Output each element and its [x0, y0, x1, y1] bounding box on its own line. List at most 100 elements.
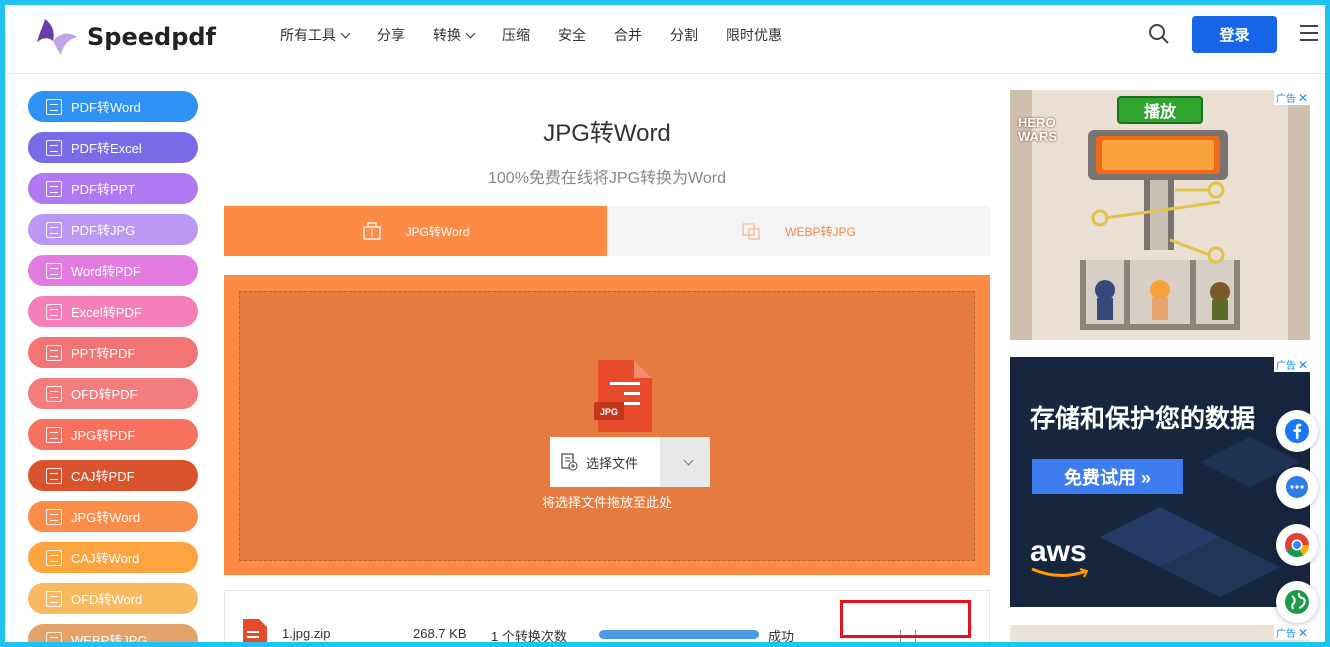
- upload-area[interactable]: JPG 选择文件 将选择文件拖放至此处: [224, 275, 990, 575]
- choose-file-button[interactable]: 选择文件: [550, 437, 660, 487]
- sidebar-item-label: WEBP转JPG: [71, 630, 148, 647]
- choose-source-dropdown[interactable]: [660, 437, 710, 487]
- drop-zone[interactable]: JPG 选择文件 将选择文件拖放至此处: [239, 291, 975, 561]
- nav-all-tools[interactable]: 所有工具: [280, 25, 349, 45]
- jpg-file-icon: JPG: [594, 358, 654, 434]
- conversion-count: 1 个转换次数: [491, 626, 567, 645]
- file-add-icon: [560, 453, 578, 471]
- ad-tag-label: 广告: [1276, 90, 1296, 105]
- ad-banner-third[interactable]: 广告✕: [1010, 625, 1310, 647]
- nav-label: 压缩: [502, 25, 530, 45]
- nav-label: 转换: [433, 25, 461, 45]
- tool-sidebar: PDF转Word PDF转Excel PDF转PPT PDF转JPG Word转PDF E…: [28, 91, 198, 647]
- sidebar-item[interactable]: JPG转Word: [28, 501, 198, 532]
- ad-tag[interactable]: 广告✕: [1274, 357, 1310, 372]
- ad-banner-game[interactable]: 广告✕ 播放 HEROWARS: [1010, 90, 1310, 340]
- search-icon[interactable]: [1148, 23, 1170, 45]
- aws-smile-icon: [1030, 567, 1090, 579]
- sidebar-item-label: Excel转PDF: [71, 302, 142, 321]
- tab-label: JPG转Word: [406, 223, 470, 240]
- close-icon[interactable]: ✕: [1298, 626, 1308, 640]
- close-icon[interactable]: ✕: [1298, 358, 1308, 372]
- tab-webp-to-jpg[interactable]: WEBP转JPG: [607, 206, 990, 256]
- document-convert-icon: [46, 181, 62, 197]
- sidebar-item[interactable]: CAJ转PDF: [28, 460, 198, 491]
- sidebar-item-label: JPG转PDF: [71, 425, 135, 444]
- ad-tag-label: 广告: [1276, 357, 1296, 372]
- document-convert-icon: [46, 550, 62, 566]
- sidebar-item[interactable]: Excel转PDF: [28, 296, 198, 327]
- sidebar-item-label: OFD转PDF: [71, 384, 137, 403]
- document-convert-icon: [46, 140, 62, 156]
- login-button[interactable]: 登录: [1192, 16, 1277, 53]
- sidebar-item-label: PPT转PDF: [71, 343, 135, 362]
- logo-icon: [35, 15, 79, 59]
- close-icon[interactable]: ✕: [1298, 91, 1308, 105]
- logo[interactable]: Speedpdf: [35, 15, 216, 59]
- nav-label: 分割: [670, 25, 698, 45]
- sidebar-item[interactable]: CAJ转Word: [28, 542, 198, 573]
- sidebar-item[interactable]: WEBP转JPG: [28, 624, 198, 647]
- nav-convert[interactable]: 转换: [433, 25, 474, 45]
- chevron-down-icon: [683, 455, 693, 465]
- nav-compress[interactable]: 压缩: [502, 25, 530, 45]
- nav-merge[interactable]: 合并: [614, 25, 642, 45]
- nav-label: 合并: [614, 25, 642, 45]
- file-size: 268.7 KB: [413, 626, 467, 641]
- globe-share-button[interactable]: [1276, 581, 1318, 623]
- document-convert-icon: [46, 263, 62, 279]
- sidebar-item-label: CAJ转PDF: [71, 466, 135, 485]
- chrome-button[interactable]: [1276, 524, 1318, 566]
- brand-name: Speedpdf: [87, 23, 216, 51]
- sidebar-item[interactable]: PDF转Word: [28, 91, 198, 122]
- document-convert-icon: [46, 386, 62, 402]
- nav-share[interactable]: 分享: [377, 25, 405, 45]
- document-convert-icon: [46, 222, 62, 238]
- sidebar-item[interactable]: Word转PDF: [28, 255, 198, 286]
- chevron-down-icon: [466, 28, 476, 38]
- nav-label: 分享: [377, 25, 405, 45]
- sidebar-item-label: PDF转Excel: [71, 138, 142, 157]
- document-convert-icon: [46, 591, 62, 607]
- sidebar-item-label: JPG转Word: [71, 507, 140, 526]
- jpg-badge: JPG: [600, 407, 618, 417]
- nav-offer[interactable]: 限时优惠: [726, 25, 782, 45]
- globe-icon: [1284, 589, 1310, 615]
- sidebar-item[interactable]: PDF转Excel: [28, 132, 198, 163]
- page-subtitle: 100%免费在线将JPG转换为Word: [224, 164, 990, 188]
- ad-free-trial-button[interactable]: 免费试用 »: [1032, 459, 1183, 494]
- document-convert-icon: [46, 509, 62, 525]
- nav-label: 限时优惠: [726, 25, 782, 45]
- nav-split[interactable]: 分割: [670, 25, 698, 45]
- chevron-down-icon: [341, 28, 351, 38]
- chat-share-button[interactable]: [1276, 467, 1318, 509]
- facebook-share-button[interactable]: [1276, 410, 1318, 452]
- converter-tabs: JPG转Word WEBP转JPG: [224, 206, 990, 256]
- ad-play-button[interactable]: 播放: [1117, 96, 1203, 124]
- ad-banner-aws[interactable]: 广告✕ 存储和保护您的数据 免费试用 » aws: [1010, 357, 1310, 607]
- sidebar-item[interactable]: JPG转PDF: [28, 419, 198, 450]
- top-header: Speedpdf 所有工具 分享 转换 压缩 安全 合并 分割 限时优惠 登录: [5, 5, 1325, 74]
- tab-jpg-to-word[interactable]: JPG转Word: [224, 206, 607, 256]
- document-convert-icon: [46, 345, 62, 361]
- ad-tag[interactable]: 广告✕: [1274, 90, 1310, 105]
- sidebar-item-label: Word转PDF: [71, 261, 141, 280]
- hamburger-menu-icon[interactable]: [1300, 25, 1318, 41]
- sidebar-item[interactable]: OFD转Word: [28, 583, 198, 614]
- nav-label: 所有工具: [280, 25, 336, 45]
- document-convert-icon: [46, 427, 62, 443]
- document-convert-icon: [46, 304, 62, 320]
- sidebar-item[interactable]: PDF转PPT: [28, 173, 198, 204]
- sidebar-item-label: OFD转Word: [71, 589, 142, 608]
- nav-security[interactable]: 安全: [558, 25, 586, 45]
- ad-tag[interactable]: 广告✕: [1274, 625, 1310, 640]
- choose-file-label: 选择文件: [586, 453, 638, 472]
- sidebar-item[interactable]: OFD转PDF: [28, 378, 198, 409]
- tab-label: WEBP转JPG: [785, 223, 856, 240]
- sidebar-item-label: PDF转Word: [71, 97, 141, 116]
- convert-icon: [362, 221, 382, 241]
- message-icon: [1284, 475, 1310, 501]
- sidebar-item[interactable]: PDF转JPG: [28, 214, 198, 245]
- sidebar-item[interactable]: PPT转PDF: [28, 337, 198, 368]
- sidebar-item-label: CAJ转Word: [71, 548, 139, 567]
